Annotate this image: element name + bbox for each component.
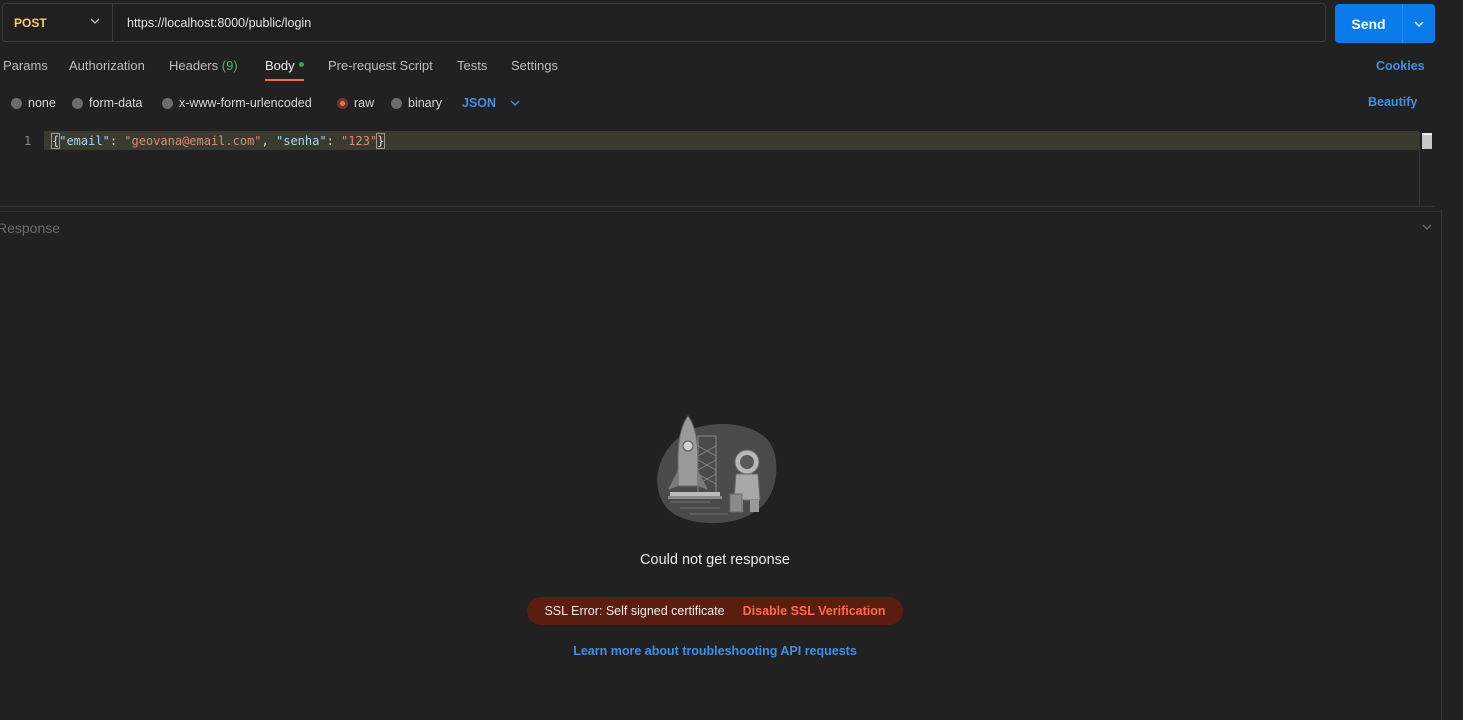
headers-count-badge: (9) (221, 58, 238, 73)
editor-scroll-track (1419, 131, 1420, 206)
code-close-brace: } (376, 133, 386, 149)
right-panel-divider (1441, 210, 1442, 720)
tab-pre-request-script[interactable]: Pre-request Script (328, 58, 433, 76)
radio-binary[interactable]: binary (391, 95, 442, 111)
ssl-error-text: SSL Error: Self signed certificate (544, 604, 725, 618)
tab-headers-label: Headers (169, 58, 219, 73)
tab-params[interactable]: Params (3, 58, 48, 76)
response-title: Response (0, 220, 61, 236)
radio-binary-label: binary (408, 96, 443, 110)
code-key-senha: "senha" (276, 134, 327, 148)
line-number: 1 (24, 134, 32, 148)
body-format-label: JSON (462, 96, 497, 110)
radio-urlencoded-label: x-www-form-urlencoded (179, 96, 312, 110)
active-tab-underline (265, 79, 304, 81)
chevron-down-icon (90, 18, 100, 24)
body-indicator-dot (298, 62, 304, 68)
code-key-email: "email" (59, 134, 110, 148)
editor-scrollbar[interactable] (1422, 133, 1432, 149)
code-value-senha: "123" (341, 134, 378, 148)
code-value-email: "geovana@email.com" (124, 134, 262, 148)
troubleshooting-link-wrapper: Learn more about troubleshooting API req… (0, 643, 1430, 658)
tab-body[interactable]: Body (265, 58, 304, 76)
url-input[interactable]: https://localhost:8000/public/login (127, 4, 1307, 41)
method-select[interactable]: POST (3, 4, 113, 41)
ssl-error-banner: SSL Error: Self signed certificate Disab… (527, 597, 903, 625)
cookies-link[interactable]: Cookies (1376, 59, 1425, 73)
send-button[interactable]: Send (1335, 4, 1435, 43)
rocket-astronaut-illustration (657, 415, 777, 524)
code-line[interactable]: {"email": "geovana@email.com", "senha": … (50, 133, 386, 149)
radio-raw-label: raw (354, 96, 375, 110)
radio-none-label: none (28, 96, 56, 110)
code-colon: : (326, 134, 342, 148)
method-label: POST (14, 15, 47, 30)
body-format-select[interactable]: JSON (462, 95, 520, 111)
radio-circle (162, 97, 173, 109)
chevron-down-icon (1414, 21, 1424, 27)
radio-circle-selected (337, 97, 348, 109)
radio-none[interactable]: none (11, 95, 56, 111)
code-comma: , (261, 134, 276, 148)
request-url-bar: POST https://localhost:8000/public/login (2, 3, 1326, 42)
radio-raw[interactable]: raw (337, 95, 374, 111)
radio-circle (391, 97, 402, 109)
response-divider (0, 211, 1441, 212)
beautify-button[interactable]: Beautify (1368, 95, 1417, 109)
radio-form-data-label: form-data (89, 96, 143, 110)
radio-circle (72, 97, 83, 109)
collapse-chevron-icon[interactable] (1421, 221, 1433, 233)
tab-settings[interactable]: Settings (511, 58, 558, 76)
tab-body-label: Body (265, 58, 295, 73)
code-colon: : (109, 134, 125, 148)
radio-circle (11, 97, 22, 109)
tab-headers[interactable]: Headers (9) (169, 58, 238, 76)
disable-ssl-verification-link[interactable]: Disable SSL Verification (743, 604, 886, 618)
learn-more-link[interactable]: Learn more about troubleshooting API req… (573, 644, 857, 658)
tab-tests[interactable]: Tests (457, 58, 487, 76)
radio-urlencoded[interactable]: x-www-form-urlencoded (162, 95, 312, 111)
radio-form-data[interactable]: form-data (72, 95, 143, 111)
chevron-down-icon (510, 100, 520, 106)
no-response-message: Could not get response (640, 552, 790, 568)
send-options-button[interactable] (1403, 19, 1435, 29)
tab-authorization[interactable]: Authorization (69, 58, 145, 76)
send-label: Send (1351, 15, 1386, 32)
